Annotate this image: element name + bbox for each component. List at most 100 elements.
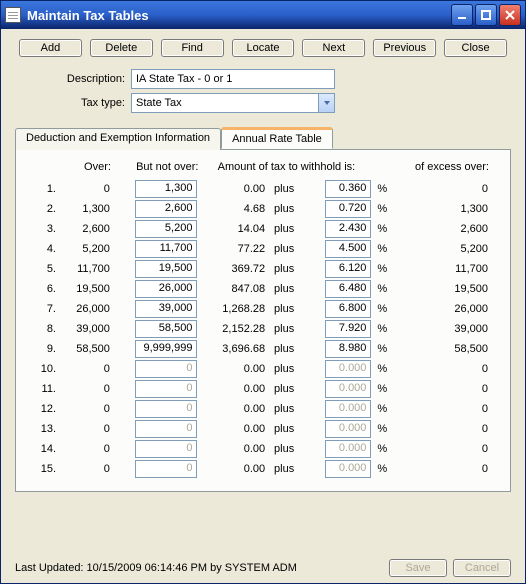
- excess-value: 0: [389, 439, 490, 459]
- excess-value: 19,500: [389, 279, 490, 299]
- rate-input[interactable]: 7.920: [325, 320, 371, 338]
- plus-label: plus: [267, 379, 301, 399]
- butnotover-input[interactable]: 9,999,999: [135, 340, 197, 358]
- row-index: 2.: [36, 199, 62, 219]
- plus-label: plus: [267, 439, 301, 459]
- amount-value: 1,268.28: [199, 299, 267, 319]
- window-close-button[interactable]: [499, 4, 521, 26]
- amount-value: 4.68: [199, 199, 267, 219]
- over-value: 0: [62, 439, 112, 459]
- previous-button[interactable]: Previous: [373, 39, 436, 57]
- excess-value: 2,600: [389, 219, 490, 239]
- table-row: 5.11,70019,500369.72plus6.120%11,700: [36, 259, 490, 279]
- plus-label: plus: [267, 279, 301, 299]
- locate-button[interactable]: Locate: [232, 39, 295, 57]
- plus-label: plus: [267, 259, 301, 279]
- excess-value: 39,000: [389, 319, 490, 339]
- table-row: 7.26,00039,0001,268.28plus6.800%26,000: [36, 299, 490, 319]
- chevron-down-icon: [318, 94, 334, 112]
- taxtype-value: State Tax: [132, 97, 318, 109]
- over-value: 0: [62, 379, 112, 399]
- percent-label: %: [373, 379, 389, 399]
- excess-value: 0: [389, 179, 490, 199]
- butnotover-input[interactable]: 39,000: [135, 300, 197, 318]
- row-index: 8.: [36, 319, 62, 339]
- amount-value: 3,696.68: [199, 339, 267, 359]
- row-index: 3.: [36, 219, 62, 239]
- row-index: 1.: [36, 179, 62, 199]
- row-index: 6.: [36, 279, 62, 299]
- plus-label: plus: [267, 319, 301, 339]
- rate-input[interactable]: 6.480: [325, 280, 371, 298]
- percent-label: %: [373, 339, 389, 359]
- over-value: 0: [62, 359, 112, 379]
- rate-input[interactable]: 6.800: [325, 300, 371, 318]
- over-value: 1,300: [62, 199, 112, 219]
- butnotover-input[interactable]: 26,000: [135, 280, 197, 298]
- rate-input[interactable]: 2.430: [325, 220, 371, 238]
- rate-input[interactable]: 0.360: [325, 180, 371, 198]
- butnotover-input[interactable]: 19,500: [135, 260, 197, 278]
- amount-value: 77.22: [199, 239, 267, 259]
- percent-label: %: [373, 319, 389, 339]
- rate-input[interactable]: 6.120: [325, 260, 371, 278]
- rate-input[interactable]: 0.000: [325, 460, 371, 478]
- butnotover-input[interactable]: 5,200: [135, 220, 197, 238]
- butnotover-input[interactable]: 0: [135, 420, 197, 438]
- table-row: 11.000.00plus0.000%0: [36, 379, 490, 399]
- plus-label: plus: [267, 419, 301, 439]
- rate-table: Over: But not over: Amount of tax to wit…: [36, 160, 490, 479]
- delete-button[interactable]: Delete: [90, 39, 153, 57]
- butnotover-input[interactable]: 0: [135, 440, 197, 458]
- find-button[interactable]: Find: [161, 39, 224, 57]
- rate-input[interactable]: 4.500: [325, 240, 371, 258]
- over-value: 2,600: [62, 219, 112, 239]
- rate-input[interactable]: 0.000: [325, 400, 371, 418]
- amount-value: 0.00: [199, 379, 267, 399]
- rate-input[interactable]: 0.000: [325, 420, 371, 438]
- table-row: 15.000.00plus0.000%0: [36, 459, 490, 479]
- plus-label: plus: [267, 339, 301, 359]
- window-maximize-button[interactable]: [475, 4, 497, 26]
- rate-input[interactable]: 8.980: [325, 340, 371, 358]
- butnotover-input[interactable]: 0: [135, 380, 197, 398]
- plus-label: plus: [267, 299, 301, 319]
- window-minimize-button[interactable]: [451, 4, 473, 26]
- over-value: 11,700: [62, 259, 112, 279]
- window: Maintain Tax Tables Add Delete Find Loca…: [0, 0, 526, 584]
- add-button[interactable]: Add: [19, 39, 82, 57]
- butnotover-input[interactable]: 0: [135, 400, 197, 418]
- rate-input[interactable]: 0.720: [325, 200, 371, 218]
- toolbar: Add Delete Find Locate Next Previous Clo…: [1, 29, 525, 63]
- table-row: 14.000.00plus0.000%0: [36, 439, 490, 459]
- next-button[interactable]: Next: [302, 39, 365, 57]
- tab-annual-rate-table[interactable]: Annual Rate Table: [221, 127, 333, 149]
- excess-value: 0: [389, 419, 490, 439]
- butnotover-input[interactable]: 0: [135, 460, 197, 478]
- rate-input[interactable]: 0.000: [325, 440, 371, 458]
- rate-input[interactable]: 0.000: [325, 360, 371, 378]
- save-button[interactable]: Save: [389, 559, 447, 577]
- rate-input[interactable]: 0.000: [325, 380, 371, 398]
- close-button[interactable]: Close: [444, 39, 507, 57]
- butnotover-input[interactable]: 11,700: [135, 240, 197, 258]
- percent-label: %: [373, 459, 389, 479]
- butnotover-input[interactable]: 2,600: [135, 200, 197, 218]
- taxtype-select[interactable]: State Tax: [131, 93, 335, 113]
- percent-label: %: [373, 439, 389, 459]
- butnotover-input[interactable]: 1,300: [135, 180, 197, 198]
- cancel-button[interactable]: Cancel: [453, 559, 511, 577]
- amount-value: 0.00: [199, 439, 267, 459]
- table-row: 13.000.00plus0.000%0: [36, 419, 490, 439]
- excess-value: 5,200: [389, 239, 490, 259]
- row-index: 14.: [36, 439, 62, 459]
- description-input[interactable]: [131, 69, 335, 89]
- butnotover-input[interactable]: 58,500: [135, 320, 197, 338]
- row-index: 11.: [36, 379, 62, 399]
- table-row: 12.000.00plus0.000%0: [36, 399, 490, 419]
- amount-value: 0.00: [199, 179, 267, 199]
- plus-label: plus: [267, 459, 301, 479]
- butnotover-input[interactable]: 0: [135, 360, 197, 378]
- tab-deduction-exemption[interactable]: Deduction and Exemption Information: [15, 128, 221, 150]
- percent-label: %: [373, 239, 389, 259]
